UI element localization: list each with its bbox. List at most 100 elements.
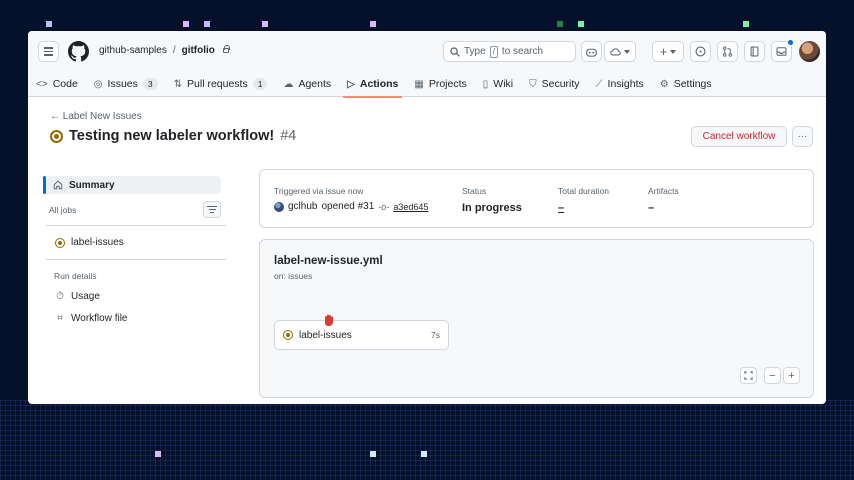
- minus-icon: −: [769, 369, 776, 382]
- cloud-icon: [610, 48, 621, 56]
- tab-label: Insights: [607, 78, 644, 90]
- tab-settings[interactable]: ⚙ Settings: [652, 71, 720, 97]
- breadcrumb-separator: /: [172, 45, 176, 56]
- browser-window: github-samples / gitfolio Type / to sear…: [28, 31, 826, 404]
- all-jobs-heading: All jobs: [49, 205, 77, 215]
- tab-label: Settings: [673, 78, 712, 90]
- repo-icon: [750, 46, 759, 57]
- tab-counter: 3: [142, 78, 158, 90]
- tab-pull-requests[interactable]: ⇅ Pull requests 1: [166, 71, 276, 97]
- more-options-button[interactable]: ···: [792, 126, 813, 147]
- run-details-heading: Run details: [54, 271, 97, 281]
- back-link-label: Label New Issues: [62, 111, 142, 122]
- tab-counter: 1: [252, 78, 268, 90]
- copilot-icon: [586, 48, 597, 57]
- table-icon: ▦: [414, 78, 424, 90]
- arrow-left-icon: ←: [50, 111, 60, 122]
- workflow-graph-card: label-new-issue.yml on: issues label-iss…: [259, 239, 814, 398]
- book-icon: ▯: [482, 78, 489, 90]
- notification-indicator: [788, 40, 793, 45]
- tab-code[interactable]: <> Code: [28, 71, 86, 97]
- duration-label: Total duration: [558, 186, 610, 196]
- actor-avatar: [274, 201, 284, 212]
- background-pixel: [183, 21, 189, 27]
- tab-label: Security: [541, 78, 580, 90]
- create-new-button[interactable]: +: [652, 41, 684, 62]
- artifacts-value: –: [648, 202, 655, 214]
- search-placeholder-prefix: Type: [464, 46, 486, 57]
- issue-opened-icon: [695, 46, 706, 57]
- background-pixel: [421, 451, 427, 457]
- background-pixel: [370, 451, 376, 457]
- stopwatch-icon: ⏱: [56, 291, 64, 302]
- pull-request-icon: [723, 46, 732, 57]
- code-icon: <>: [36, 78, 48, 90]
- owner-link[interactable]: github-samples: [99, 45, 167, 56]
- search-shortcut-key: /: [489, 45, 498, 58]
- agent-icon: ☁: [283, 78, 294, 90]
- job-node[interactable]: label-issues 7s: [274, 320, 449, 350]
- tab-security[interactable]: ⛉ Security: [521, 71, 587, 97]
- sidebar-item-summary[interactable]: Summary: [43, 176, 221, 194]
- in-progress-icon: [50, 129, 63, 143]
- plus-icon: +: [788, 369, 795, 382]
- chevron-down-icon: [624, 49, 630, 54]
- background-pixel: [370, 21, 376, 27]
- tab-actions[interactable]: ▷ Actions: [339, 71, 406, 98]
- sidebar-item-job[interactable]: label-issues: [55, 237, 124, 248]
- background-pixel: [262, 21, 268, 27]
- zoom-out-button[interactable]: −: [764, 367, 781, 384]
- filter-button[interactable]: [203, 201, 221, 218]
- copilot-button[interactable]: [581, 41, 602, 62]
- tab-issues[interactable]: ◎ Issues 3: [86, 71, 166, 97]
- background-pixel: [743, 21, 749, 27]
- tab-projects[interactable]: ▦ Projects: [406, 71, 474, 97]
- play-icon: ▷: [347, 78, 355, 90]
- sidebar-item-label: label-issues: [71, 237, 124, 248]
- pull-request-icon: ⇅: [173, 78, 183, 90]
- tab-label: Pull requests: [187, 78, 248, 90]
- tab-label: Agents: [298, 78, 332, 90]
- background-pixel: [578, 21, 584, 27]
- user-avatar[interactable]: [799, 41, 820, 62]
- tab-label: Issues: [107, 78, 138, 90]
- sidebar-item-workflow-file[interactable]: ⌗ Workflow file: [55, 313, 128, 324]
- copilot-dropdown-button[interactable]: [604, 41, 636, 62]
- github-logo-icon[interactable]: [68, 41, 89, 62]
- back-to-workflow-link[interactable]: ← Label New Issues: [50, 111, 142, 122]
- trigger-details: gclhub opened #31 -o- a3ed645: [274, 201, 428, 212]
- actor-link[interactable]: gclhub: [288, 201, 317, 212]
- issues-button[interactable]: [690, 41, 711, 62]
- menu-button[interactable]: [38, 41, 59, 62]
- repositories-button[interactable]: [744, 41, 765, 62]
- plus-icon: +: [659, 44, 668, 59]
- inbox-icon: [776, 47, 787, 56]
- search-icon: [450, 46, 460, 57]
- tab-label: Actions: [359, 78, 399, 90]
- fullscreen-button[interactable]: [740, 367, 757, 384]
- lock-icon: [222, 45, 230, 53]
- cancel-workflow-button[interactable]: Cancel workflow: [691, 126, 787, 147]
- commit-link[interactable]: a3ed645: [393, 202, 428, 212]
- background-pixel: [557, 21, 563, 27]
- repo-link[interactable]: gitfolio: [182, 45, 215, 56]
- zoom-in-button[interactable]: +: [783, 367, 800, 384]
- sidebar-item-label: Summary: [69, 179, 115, 191]
- sidebar-divider: [46, 225, 226, 226]
- workflow-trigger: on: issues: [274, 271, 313, 281]
- run-number: #4: [280, 128, 297, 144]
- run-title: Testing new labeler workflow! #4: [50, 128, 296, 144]
- workflow-file-name: label-new-issue.yml: [274, 255, 383, 267]
- tab-wiki[interactable]: ▯ Wiki: [475, 71, 521, 97]
- duration-value[interactable]: –: [558, 202, 564, 214]
- artifacts-label: Artifacts: [648, 186, 679, 196]
- background-pixel: [155, 451, 161, 457]
- sidebar-item-usage[interactable]: ⏱ Usage: [55, 291, 100, 302]
- hand-cursor-icon: [325, 314, 333, 326]
- pull-requests-button[interactable]: [717, 41, 738, 62]
- tab-insights[interactable]: ⟋ Insights: [588, 71, 652, 97]
- trigger-action-link[interactable]: opened #31: [321, 201, 374, 212]
- sidebar-item-label: Workflow file: [71, 313, 128, 324]
- tab-agents[interactable]: ☁ Agents: [275, 71, 339, 97]
- search-input[interactable]: Type / to search: [443, 41, 576, 62]
